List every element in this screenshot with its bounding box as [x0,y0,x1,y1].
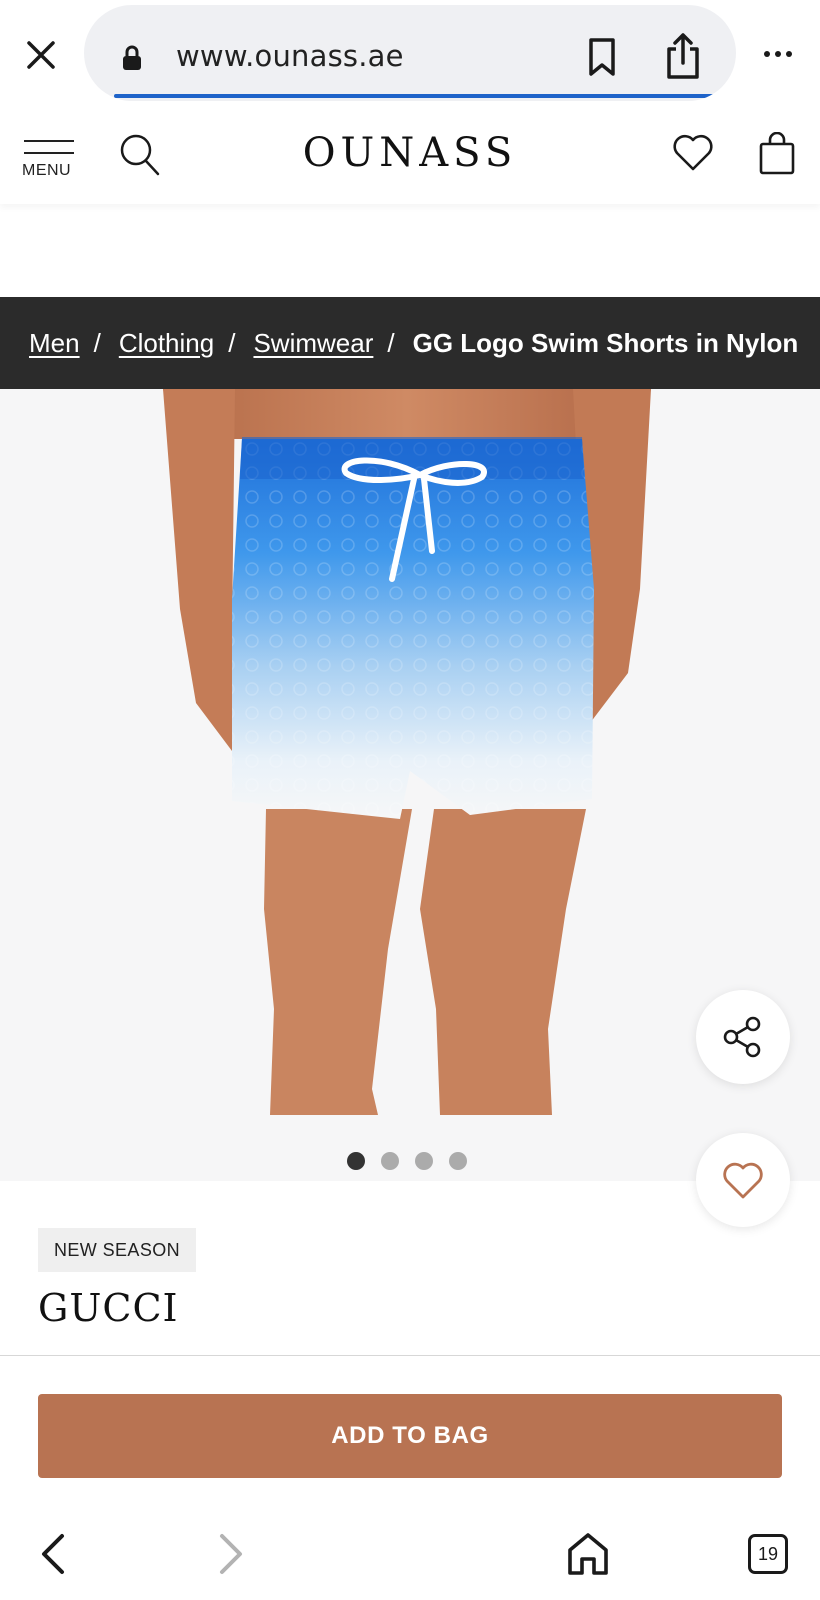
divider [0,1355,820,1356]
back-icon[interactable] [36,1530,74,1580]
share-icon [723,1016,761,1058]
gallery-dot[interactable] [347,1152,365,1170]
gallery-dot[interactable] [381,1152,399,1170]
tabs-icon[interactable]: 19 [748,1534,788,1574]
share-button[interactable] [696,990,790,1084]
page-load-progress [114,94,736,98]
close-icon[interactable] [22,36,60,74]
breadcrumb-current: GG Logo Swim Shorts in Nylon [412,327,799,358]
breadcrumb: Men / Clothing / Swimwear / GG Logo Swim… [0,297,820,389]
forward-icon[interactable] [212,1530,250,1580]
heart-icon [723,1162,763,1199]
site-header: MENU OUNASS [0,108,820,204]
url-field[interactable]: www.ounass.ae [84,5,736,101]
product-brand[interactable]: GUCCI [38,1286,179,1330]
browser-address-bar: www.ounass.ae [0,0,820,108]
breadcrumb-separator: / [228,327,236,358]
new-season-badge: NEW SEASON [38,1228,197,1272]
lock-icon [122,45,142,76]
gallery-dot[interactable] [449,1152,467,1170]
more-icon[interactable] [758,40,798,68]
share-icon[interactable] [660,29,706,83]
product-image-gallery[interactable] [0,389,820,1181]
add-to-bag-button[interactable]: ADD TO BAG [38,1394,782,1478]
breadcrumb-link-swimwear[interactable]: Swimwear [253,328,373,359]
bookmark-icon[interactable] [580,33,624,81]
url-text: www.ounass.ae [176,39,404,73]
gallery-dot[interactable] [415,1152,433,1170]
heart-icon[interactable] [672,132,716,176]
breadcrumb-separator: / [387,327,395,358]
breadcrumb-link-men[interactable]: Men [29,328,80,359]
tab-count: 19 [757,1543,779,1564]
browser-toolbar: 19 [0,1506,820,1600]
home-icon[interactable] [566,1530,610,1578]
add-to-wishlist-button[interactable] [696,1133,790,1227]
breadcrumb-link-clothing[interactable]: Clothing [119,328,214,359]
product-image [163,389,651,1115]
breadcrumb-separator: / [93,327,101,358]
shopping-bag-icon[interactable] [758,131,798,176]
